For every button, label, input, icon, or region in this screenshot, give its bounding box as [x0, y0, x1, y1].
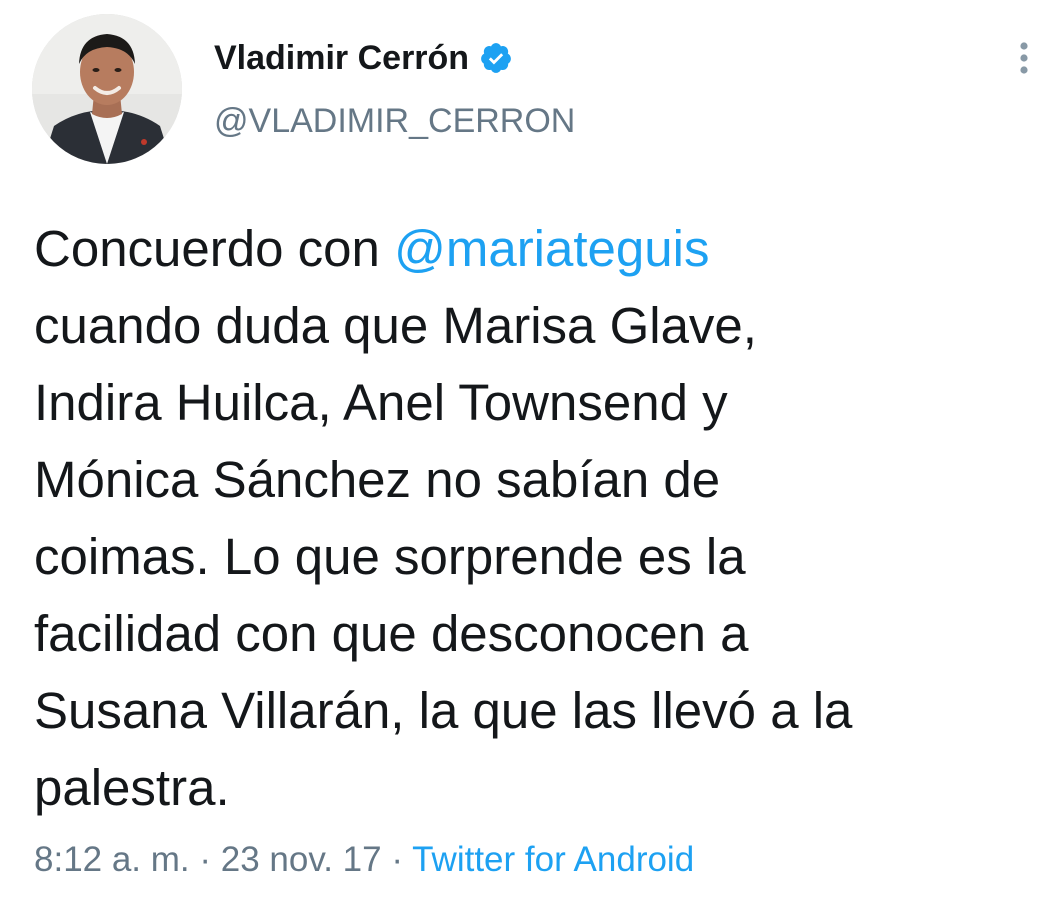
tweet-line: coimas. Lo que sorprende es la	[34, 528, 746, 585]
mention-link[interactable]: @mariateguis	[394, 220, 709, 277]
author-row: Vladimir Cerrón	[214, 36, 513, 80]
tweet-date[interactable]: 23 nov. 17	[221, 840, 382, 879]
tweet-text: Concuerdo con @mariateguis cuando duda q…	[34, 210, 1034, 826]
tweet-time[interactable]: 8:12 a. m.	[34, 840, 190, 879]
tweet-line: Indira Huilca, Anel Townsend y	[34, 374, 728, 431]
tweet-meta: 8:12 a. m. · 23 nov. 17 · Twitter for An…	[34, 840, 694, 880]
tweet-source-link[interactable]: Twitter for Android	[412, 840, 694, 879]
meta-separator: ·	[381, 840, 413, 879]
tweet-line-text: Concuerdo con	[34, 220, 395, 277]
tweet-line: facilidad con que desconocen a	[34, 605, 749, 662]
display-name[interactable]: Vladimir Cerrón	[214, 39, 469, 78]
tweet-line: Concuerdo con @mariateguis	[34, 210, 1034, 287]
meta-separator: ·	[189, 840, 221, 879]
verified-badge-icon	[479, 41, 513, 75]
tweet-line: palestra.	[34, 759, 230, 816]
tweet-line: Mónica Sánchez no sabían de	[34, 451, 721, 508]
avatar[interactable]	[32, 14, 182, 164]
tweet-line: cuando duda que Marisa Glave,	[34, 297, 757, 354]
more-vertical-icon[interactable]	[1012, 38, 1036, 78]
user-handle[interactable]: @VLADIMIR_CERRON	[214, 102, 575, 141]
tweet: Vladimir Cerrón @VLADIMIR_CERRON Concuer…	[0, 0, 1056, 909]
tweet-line: Susana Villarán, la que las llevó a la	[34, 682, 853, 739]
avatar-image	[32, 14, 182, 164]
